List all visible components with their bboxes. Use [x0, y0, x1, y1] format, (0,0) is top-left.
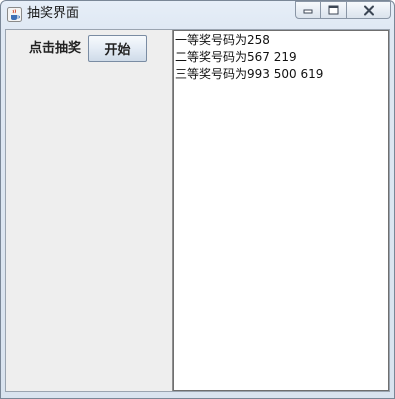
minimize-button[interactable] [295, 1, 321, 19]
title-bar[interactable]: 抽奖界面 [1, 1, 394, 29]
java-cup-icon [7, 7, 22, 22]
content-pane: 点击抽奖 开始 一等奖号码为258 二等奖号码为567 219 三等奖号码为99… [5, 29, 390, 392]
close-icon [363, 5, 374, 15]
start-button[interactable]: 开始 [88, 35, 147, 62]
window-title: 抽奖界面 [27, 6, 80, 21]
minimize-icon [303, 9, 313, 14]
result-line-first-prize: 一等奖号码为258 [175, 33, 270, 47]
control-panel: 点击抽奖 开始 [6, 30, 172, 391]
app-window: 抽奖界面 点击抽奖 开始 一等奖号码为258 二等奖号码为567 219 三等奖… [0, 0, 395, 399]
caption-buttons [295, 1, 391, 20]
result-line-second-prize: 二等奖号码为567 219 [175, 50, 297, 64]
result-line-third-prize: 三等奖号码为993 500 619 [175, 67, 324, 81]
maximize-icon [328, 5, 339, 15]
results-text-area[interactable]: 一等奖号码为258 二等奖号码为567 219 三等奖号码为993 500 61… [173, 30, 389, 391]
maximize-button[interactable] [321, 1, 347, 19]
draw-prompt-label: 点击抽奖 [29, 41, 82, 56]
close-button[interactable] [347, 1, 391, 19]
